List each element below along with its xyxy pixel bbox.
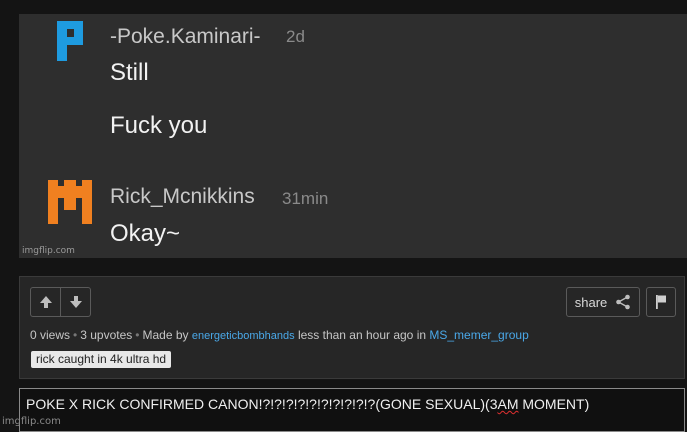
separator-dot: • (135, 328, 140, 342)
upvote-count: 3 upvotes (80, 328, 133, 342)
share-label: share (574, 294, 608, 310)
vote-buttons (30, 287, 91, 317)
caption-misspelled-word: AM (497, 396, 519, 412)
comment-time: 2d (286, 27, 305, 46)
caption-text-end: MOMENT) (518, 396, 590, 412)
comment-message: Fuck you (110, 112, 208, 139)
caption-text: POKE X RICK CONFIRMED CANON!?!?!?!?!?!?!… (26, 396, 498, 412)
castle-avatar-icon (48, 180, 92, 224)
flag-button[interactable] (646, 287, 676, 317)
comment-message: Still (110, 59, 149, 86)
comment-message: Okay~ (110, 220, 181, 247)
separator-dot: • (73, 328, 78, 342)
meme-image: -Poke.Kaminari- 2d Still Fuck you Rick_M… (19, 14, 687, 258)
meme-watermark: imgflip.com (22, 246, 75, 256)
share-icon (616, 294, 631, 310)
flag-icon (656, 295, 666, 309)
caption-textarea[interactable]: POKE X RICK CONFIRMED CANON!?!?!?!?!?!?!… (19, 388, 685, 432)
letter-p-avatar-icon (57, 21, 83, 61)
meme-stats: 0 views • 3 upvotes • Made by energeticbombh… (30, 328, 529, 342)
author-link[interactable]: energeticbombhands (192, 330, 295, 342)
upvote-button[interactable] (31, 288, 60, 316)
comment-time: 31min (282, 189, 329, 208)
meme-tag[interactable]: rick caught in 4k ultra hd (31, 351, 172, 368)
comment-username: Rick_Mcnikkins (110, 185, 255, 208)
downvote-button[interactable] (60, 288, 90, 316)
meme-info-panel: share 0 views • 3 upvotes • Made by energeti… (19, 276, 685, 379)
view-count: 0 views (30, 328, 71, 342)
arrow-up-icon (39, 296, 52, 308)
stream-link[interactable]: MS_memer_group (429, 328, 528, 342)
posted-time: less than an hour ago in (297, 328, 427, 342)
made-by-label: Made by (142, 328, 189, 342)
arrow-down-icon (69, 296, 82, 308)
site-watermark: imgflip.com (2, 416, 61, 427)
share-button[interactable]: share (566, 287, 640, 317)
comment-username: -Poke.Kaminari- (110, 25, 261, 48)
